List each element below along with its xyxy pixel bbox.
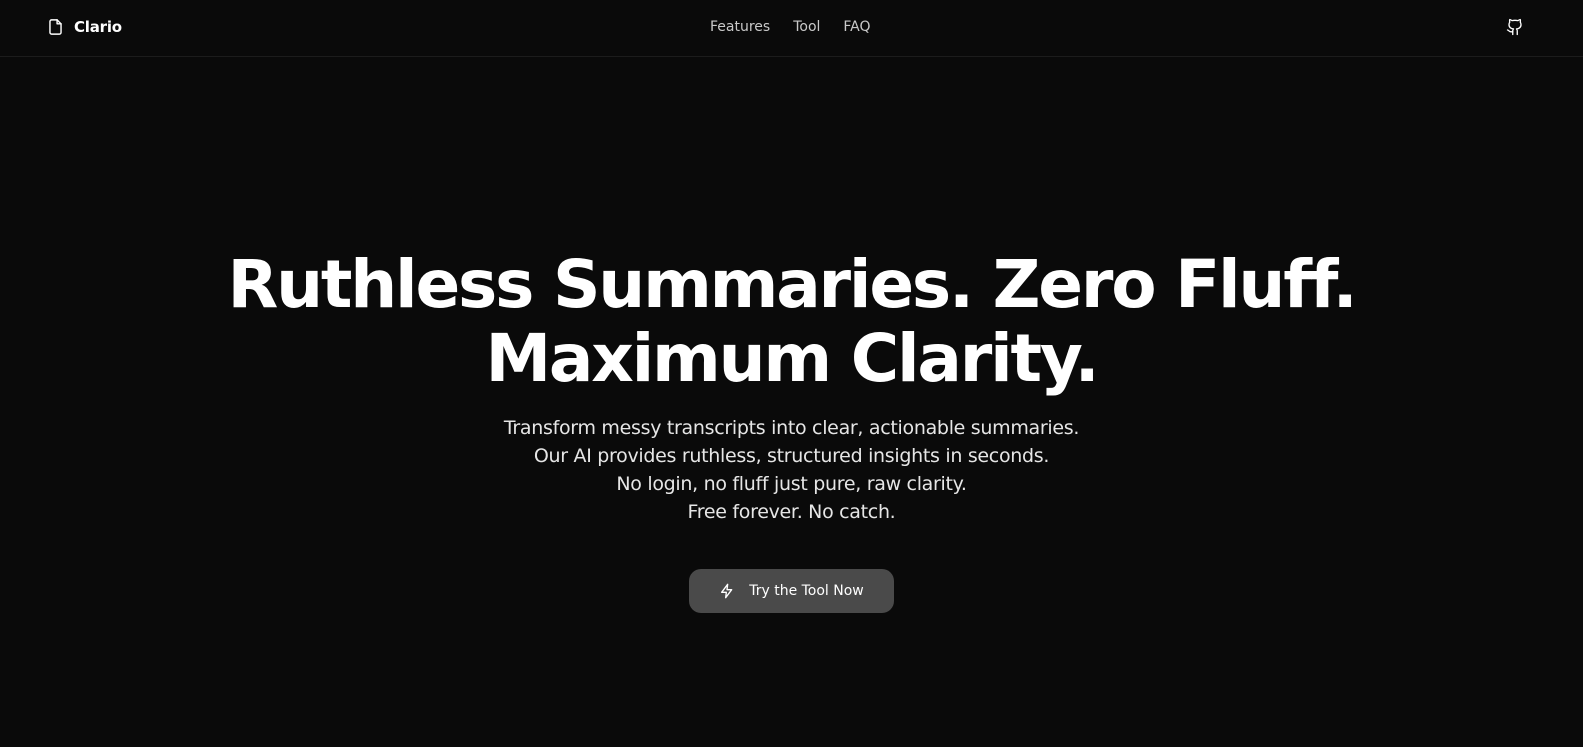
hero-title: Ruthless Summaries. Zero Fluff. Maximum … [0,248,1583,396]
hero-title-line-2: Maximum Clarity. [485,320,1099,397]
file-icon [49,19,62,35]
hero-subtitle-line-2: Our AI provides ruthless, structured ins… [533,445,1050,467]
try-tool-button-label: Try the Tool Now [749,583,864,599]
hero-title-line-1: Ruthless Summaries. Zero Fluff. [227,246,1357,323]
lightning-icon [721,583,733,599]
github-link[interactable] [1506,18,1526,38]
nav-link-tool[interactable]: Tool [793,19,820,35]
nav-link-features[interactable]: Features [710,19,770,35]
hero-subtitle-line-4: Free forever. No catch. [687,501,896,523]
brand-name: Clario [74,18,122,36]
hero-subtitle: Transform messy transcripts into clear, … [0,414,1583,526]
top-nav-bar: Clario Features Tool FAQ [0,0,1583,57]
hero-subtitle-line-1: Transform messy transcripts into clear, … [503,417,1080,439]
brand-logo-link[interactable]: Clario [46,17,122,37]
nav-link-faq[interactable]: FAQ [843,19,870,35]
hero-subtitle-line-3: No login, no fluff just pure, raw clarit… [616,473,967,495]
github-icon [1506,18,1522,36]
main-nav: Features Tool FAQ [710,19,871,35]
landing-page: Clario Features Tool FAQ Ruthless Summar… [0,0,1583,747]
try-tool-button[interactable]: Try the Tool Now [689,569,894,613]
